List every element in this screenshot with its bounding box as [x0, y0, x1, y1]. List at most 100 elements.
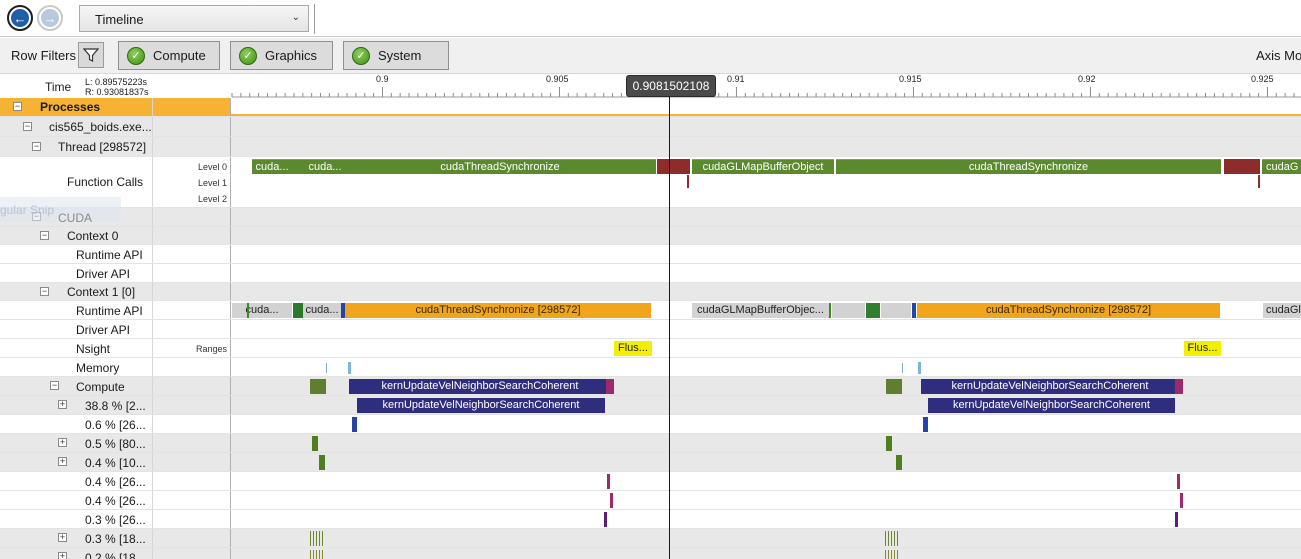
nsight-row[interactable]: Nsight Ranges Flus... Flus...: [0, 339, 1301, 358]
time-cursor-line[interactable]: [669, 96, 670, 559]
kernel-pct-row[interactable]: 0.3 % [26...: [0, 510, 1301, 529]
function-call-bar[interactable]: cuda...: [252, 159, 292, 174]
level-label: Level 0: [198, 162, 228, 172]
driver-api-row[interactable]: Driver API: [0, 320, 1301, 339]
kernel-mark[interactable]: [1177, 474, 1180, 489]
kernel-pct-row[interactable]: + 0.3 % [18...: [0, 529, 1301, 548]
compute-kernel-mark[interactable]: [1175, 379, 1183, 394]
process-row[interactable]: − cis565_boids.exe...: [0, 117, 1301, 137]
context1-row[interactable]: − Context 1 [0]: [0, 283, 1301, 301]
runtime-api-bar[interactable]: cuda...: [303, 303, 341, 318]
kernel-mark[interactable]: [1175, 512, 1178, 527]
kernel-pct-row[interactable]: 0.6 % [26...: [0, 415, 1301, 434]
kernel-mark[interactable]: [312, 436, 318, 451]
driver-api-row[interactable]: Driver API: [0, 264, 1301, 283]
graphics-filter-toggle[interactable]: ✓ Graphics: [230, 41, 333, 70]
forward-button[interactable]: →: [37, 5, 63, 31]
kernel-pct-row[interactable]: + 0.4 % [10...: [0, 453, 1301, 472]
filter-icon: [83, 48, 99, 62]
runtime-api-mark[interactable]: [866, 303, 880, 318]
context0-row[interactable]: − Context 0: [0, 227, 1301, 245]
function-calls-row[interactable]: Function Calls Level 0 Level 1 Level 2 c…: [0, 157, 1301, 208]
kernel-pct-row[interactable]: 0.4 % [26...: [0, 472, 1301, 491]
kernel-mark[interactable]: [923, 417, 928, 432]
kernel-mark[interactable]: [352, 417, 357, 432]
runtime-api-mark[interactable]: [247, 303, 249, 318]
compute-kernel-mark[interactable]: [310, 379, 326, 394]
function-call-bar[interactable]: cudaG: [1262, 159, 1301, 174]
runtime-api-mark[interactable]: [912, 303, 916, 318]
compute-kernel-mark[interactable]: [886, 379, 902, 394]
view-select[interactable]: Timeline ⌄: [79, 5, 309, 32]
memory-row[interactable]: Memory: [0, 358, 1301, 377]
runtime-api-bar[interactable]: cudaGl: [1263, 303, 1301, 318]
kernel-mark[interactable]: [319, 455, 325, 470]
function-call-bar[interactable]: [657, 159, 690, 174]
kernel-mark[interactable]: [1180, 493, 1183, 508]
kernel-mark[interactable]: [310, 550, 324, 559]
kernel-pct-row[interactable]: + 38.8 % [2... kernUpdateVelNeighborSear…: [0, 396, 1301, 415]
collapse-icon[interactable]: −: [23, 122, 32, 131]
kernel-mark[interactable]: [885, 531, 899, 546]
memory-mark[interactable]: [326, 363, 327, 373]
kernel-bar[interactable]: kernUpdateVelNeighborSearchCoherent: [353, 379, 607, 394]
kernel-mark[interactable]: [607, 474, 610, 489]
collapse-icon[interactable]: −: [40, 231, 49, 240]
function-call-bar[interactable]: cuda...: [306, 159, 344, 174]
runtime-api-bar[interactable]: cudaThreadSynchronize [298572]: [345, 303, 651, 318]
kernel-pct-row[interactable]: + 0.2 % [18...: [0, 548, 1301, 559]
level1-mark[interactable]: [1258, 175, 1260, 188]
kernel-mark[interactable]: [604, 512, 607, 527]
cuda-row[interactable]: − CUDA: [0, 208, 1301, 227]
expand-icon[interactable]: +: [58, 400, 67, 409]
compute-filter-toggle[interactable]: ✓ Compute: [118, 41, 220, 70]
check-icon: ✓: [127, 46, 145, 65]
thread-row[interactable]: − Thread [298572]: [0, 137, 1301, 157]
memory-mark[interactable]: [918, 362, 921, 374]
processes-row[interactable]: − Processes: [0, 98, 1301, 117]
kernel-bar[interactable]: kernUpdateVelNeighborSearchCoherent: [928, 398, 1175, 413]
expand-icon[interactable]: +: [58, 552, 67, 559]
collapse-icon[interactable]: −: [40, 287, 49, 296]
kernel-pct-row[interactable]: + 0.5 % [80...: [0, 434, 1301, 453]
nsight-range-bar[interactable]: Flus...: [1184, 341, 1221, 356]
runtime-api-row[interactable]: Runtime API: [0, 245, 1301, 264]
memory-mark[interactable]: [348, 362, 351, 374]
kernel-bar[interactable]: kernUpdateVelNeighborSearchCoherent: [357, 398, 605, 413]
expand-icon[interactable]: +: [58, 457, 67, 466]
memory-mark[interactable]: [902, 363, 903, 373]
runtime-api-bar[interactable]: cudaGLMapBufferObjec...: [692, 303, 829, 318]
axis-mode-label[interactable]: Axis Mo: [1256, 48, 1301, 63]
runtime-api-bar[interactable]: [881, 303, 911, 318]
collapse-icon[interactable]: −: [13, 102, 22, 111]
nsight-range-bar[interactable]: Flus...: [614, 341, 652, 356]
function-call-bar[interactable]: cudaThreadSynchronize: [836, 159, 1221, 174]
runtime-api-bar[interactable]: cudaThreadSynchronize [298572]: [917, 303, 1220, 318]
kernel-mark[interactable]: [896, 455, 902, 470]
collapse-icon[interactable]: −: [50, 381, 59, 390]
runtime-api-bar[interactable]: cuda...: [232, 303, 292, 318]
system-filter-toggle[interactable]: ✓ System: [343, 41, 449, 70]
row-filter-button[interactable]: [78, 42, 104, 68]
function-call-bar[interactable]: cudaGLMapBufferObject: [692, 159, 834, 174]
expand-icon[interactable]: +: [58, 533, 67, 542]
kernel-pct-row[interactable]: 0.4 % [26...: [0, 491, 1301, 510]
function-call-bar[interactable]: cudaThreadSynchronize: [344, 159, 656, 174]
function-call-bar[interactable]: [292, 159, 306, 174]
runtime-api-bar[interactable]: [832, 303, 865, 318]
expand-icon[interactable]: +: [58, 438, 67, 447]
kernel-mark[interactable]: [885, 550, 899, 559]
level1-mark[interactable]: [687, 175, 689, 188]
function-call-bar[interactable]: [1224, 159, 1260, 174]
runtime-api-mark[interactable]: [829, 303, 831, 318]
runtime-api-row[interactable]: Runtime API cuda... cuda... cudaThreadSy…: [0, 301, 1301, 320]
compute-row[interactable]: − Compute kernUpdateVelNeighborSearchCoh…: [0, 377, 1301, 396]
kernel-mark[interactable]: [610, 493, 613, 508]
compute-kernel-mark[interactable]: [606, 379, 614, 394]
back-button[interactable]: ←: [7, 5, 33, 31]
kernel-bar[interactable]: kernUpdateVelNeighborSearchCoherent: [925, 379, 1175, 394]
kernel-mark[interactable]: [886, 436, 892, 451]
runtime-api-mark[interactable]: [293, 303, 303, 318]
kernel-mark[interactable]: [310, 531, 324, 546]
collapse-icon[interactable]: −: [32, 142, 41, 151]
